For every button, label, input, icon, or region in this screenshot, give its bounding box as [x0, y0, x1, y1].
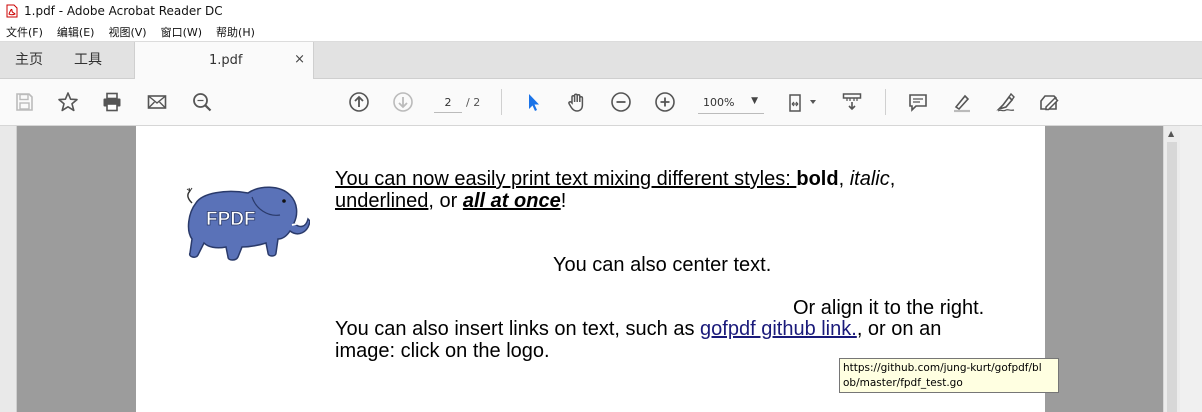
left-nav-pane[interactable]: [0, 126, 17, 412]
tab-document-label: 1.pdf: [209, 53, 243, 68]
text-line-underlined: underlined, or all at once!: [335, 190, 567, 212]
sign-icon[interactable]: [994, 90, 1018, 114]
save-icon[interactable]: [12, 90, 36, 114]
link-tooltip: https://github.com/jung-kurt/gofpdf/bl o…: [839, 358, 1059, 393]
scrollbar-thumb[interactable]: [1167, 142, 1177, 412]
scroll-up-icon[interactable]: ▲: [1168, 129, 1174, 138]
tab-document[interactable]: 1.pdf ×: [134, 42, 314, 80]
text-centered: You can also center text.: [553, 254, 772, 276]
page-total: / 2: [466, 96, 481, 109]
menu-window[interactable]: 窗口(W): [161, 24, 202, 40]
text-line-image: image: click on the logo.: [335, 340, 550, 362]
zoom-select[interactable]: 100% ▼: [698, 92, 764, 114]
zoom-in-icon[interactable]: [653, 90, 677, 114]
zoom-out-icon[interactable]: [609, 90, 633, 114]
gofpdf-github-link[interactable]: gofpdf github link.: [700, 318, 857, 340]
scroll-mode-icon[interactable]: [840, 90, 864, 114]
hand-tool-icon[interactable]: [565, 90, 589, 114]
tooltip-line-1: https://github.com/jung-kurt/gofpdf/bl: [843, 362, 1042, 374]
close-tab-icon[interactable]: ×: [294, 52, 305, 67]
menu-help[interactable]: 帮助(H): [216, 24, 255, 40]
page-number-input[interactable]: [434, 93, 462, 113]
search-icon[interactable]: [190, 90, 214, 114]
menu-edit[interactable]: 编辑(E): [57, 24, 95, 40]
comment-icon[interactable]: [906, 90, 930, 114]
toolbar: / 2 100% ▼: [0, 79, 1202, 126]
email-icon[interactable]: [145, 90, 169, 114]
text-line-styles: You can now easily print text mixing dif…: [335, 168, 896, 190]
select-cursor-icon[interactable]: [521, 90, 545, 114]
acrobat-icon: [6, 4, 18, 18]
fpdf-elephant-logo[interactable]: FPDF: [182, 181, 310, 263]
window-title: 1.pdf - Adobe Acrobat Reader DC: [24, 4, 223, 18]
text-right-aligned: Or align it to the right.: [793, 297, 985, 319]
tooltip-line-2: ob/master/fpdf_test.go: [843, 377, 963, 389]
tab-bar: 主页 工具 1.pdf ×: [0, 42, 1202, 80]
title-bar: 1.pdf - Adobe Acrobat Reader DC: [0, 0, 1202, 22]
right-pane: [1180, 126, 1202, 412]
fit-page-icon[interactable]: [786, 90, 820, 114]
highlight-icon[interactable]: [950, 90, 974, 114]
toolbar-divider: [885, 89, 886, 115]
logo-text: FPDF: [206, 209, 256, 230]
text-line-links: You can also insert links on text, such …: [335, 318, 942, 340]
chevron-down-icon: ▼: [751, 96, 758, 106]
vertical-scrollbar[interactable]: ▲: [1163, 126, 1180, 412]
print-icon[interactable]: [100, 90, 124, 114]
star-icon[interactable]: [56, 90, 80, 114]
edit-icon[interactable]: [1037, 90, 1061, 114]
zoom-value: 100%: [703, 96, 735, 109]
tab-tools[interactable]: 工具: [74, 42, 102, 79]
menu-bar: 文件(F) 编辑(E) 视图(V) 窗口(W) 帮助(H): [0, 22, 1202, 42]
tab-home[interactable]: 主页: [15, 42, 43, 79]
next-page-icon[interactable]: [391, 90, 415, 114]
menu-view[interactable]: 视图(V): [108, 24, 146, 40]
prev-page-icon[interactable]: [347, 90, 371, 114]
toolbar-divider: [501, 89, 502, 115]
menu-file[interactable]: 文件(F): [6, 24, 43, 40]
